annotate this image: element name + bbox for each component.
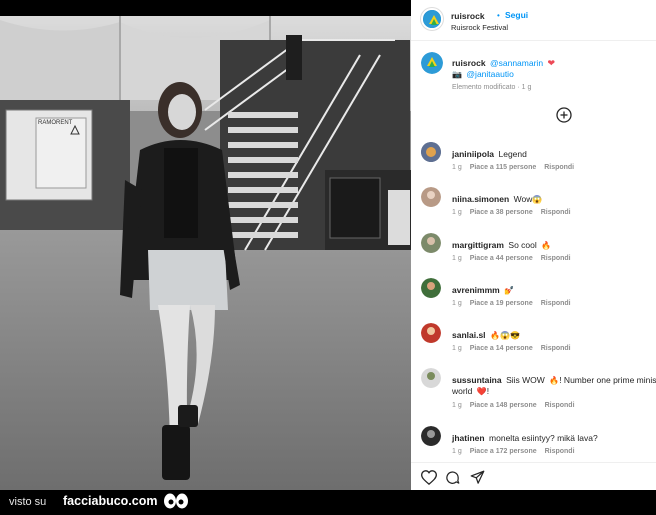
reply-button[interactable]: Rispondi	[544, 164, 574, 171]
ruisrock-logo-icon	[421, 52, 443, 74]
comment-emoji: 🔥	[541, 241, 552, 250]
post-caption: ruisrock @sannamarin ❤ 📷 @janitaautio El…	[411, 50, 656, 98]
plus-circle-icon[interactable]	[556, 107, 572, 128]
commenter-avatar[interactable]	[421, 426, 441, 446]
commenter-avatar[interactable]	[421, 323, 441, 343]
comment-item: niina.simonen Wow😱 1 g Piace a 38 person…	[411, 187, 656, 223]
comment-item: margittigram So cool 🔥 1 g Piace a 44 pe…	[411, 233, 656, 269]
comment-emoji-heart: ❤️	[476, 387, 487, 396]
comment-text-end: !	[486, 386, 490, 396]
comment-username[interactable]: sanlai.sl	[452, 330, 486, 340]
comment-likes[interactable]: Piace a 172 persone	[470, 448, 537, 455]
camera-emoji-icon: 📷	[452, 70, 462, 79]
comment-username[interactable]: jhatinen	[452, 433, 485, 443]
reply-button[interactable]: Rispondi	[545, 448, 575, 455]
post-photo[interactable]: RAMORENT	[0, 0, 411, 490]
ruisrock-logo-icon	[423, 10, 441, 28]
reply-button[interactable]: Rispondi	[541, 300, 571, 307]
caption-avatar[interactable]	[421, 52, 443, 74]
comment-text-continued: ! Number one prime minister in the	[559, 375, 656, 385]
comment-likes[interactable]: Piace a 148 persone	[470, 402, 537, 409]
comment-emoji: 💅	[504, 286, 515, 295]
comment-age: 1 g	[452, 300, 462, 307]
comment-text: Legend	[498, 149, 527, 159]
comment-item: janiniipola Legend 1 g Piace a 115 perso…	[411, 142, 656, 178]
mention-janitaautio[interactable]: @janitaautio	[466, 69, 513, 79]
comment-text: Siis WOW	[506, 375, 545, 385]
post-location[interactable]: Ruisrock Festival	[451, 23, 508, 32]
actions-divider	[411, 462, 656, 463]
commenter-avatar[interactable]	[421, 368, 441, 388]
reply-button[interactable]: Rispondi	[541, 255, 571, 262]
comment-text: So cool	[508, 240, 537, 250]
svg-text:RAMORENT: RAMORENT	[38, 120, 73, 126]
action-bar	[411, 468, 656, 488]
comment-likes[interactable]: Piace a 38 persone	[470, 209, 533, 216]
comment-item: avrenimmm 💅 1 g Piace a 19 persone Rispo…	[411, 278, 656, 314]
eyes-logo-icon	[164, 493, 188, 509]
comment-age: 1 g	[452, 402, 462, 409]
reply-button[interactable]: Rispondi	[541, 209, 571, 216]
comment-likes[interactable]: Piace a 115 persone	[470, 164, 537, 171]
comment-likes[interactable]: Piace a 19 persone	[470, 300, 533, 307]
follow-button[interactable]: Segui	[505, 10, 528, 20]
comment-text: monelta esiintyy? mikä lava?	[489, 433, 598, 443]
watermark-footer: visto su facciabuco.com	[0, 490, 656, 515]
comment-likes[interactable]: Piace a 44 persone	[470, 255, 533, 262]
commenter-avatar[interactable]	[421, 278, 441, 298]
comment-item: jhatinen monelta esiintyy? mikä lava? 1 …	[411, 426, 656, 462]
commenter-avatar[interactable]	[421, 142, 441, 162]
watermark-visto: visto su	[9, 496, 47, 508]
post-sidebar: ruisrock • Segui Ruisrock Festival ruisr…	[411, 0, 656, 490]
comment-item: sussuntaina Siis WOW 🔥! Number one prime…	[411, 368, 656, 416]
comment-age: 1 g	[452, 255, 462, 262]
author-username[interactable]: ruisrock	[451, 11, 485, 21]
send-icon[interactable]	[470, 470, 485, 490]
commenter-avatar[interactable]	[421, 187, 441, 207]
author-avatar[interactable]	[421, 8, 443, 30]
comment-username[interactable]: margittigram	[452, 240, 504, 250]
edited-label: Elemento modificato · 1 g	[452, 84, 532, 91]
comment-username[interactable]: niina.simonen	[452, 194, 509, 204]
comment-username[interactable]: avrenimmm	[452, 285, 500, 295]
comment-icon[interactable]	[445, 470, 460, 490]
comment-item: sanlai.sl 🔥😱😎 1 g Piace a 14 persone Ris…	[411, 323, 656, 359]
heart-emoji-icon: ❤	[547, 58, 556, 68]
comment-username[interactable]: janiniipola	[452, 149, 494, 159]
comment-text: Wow	[513, 194, 533, 204]
comment-emoji: 🔥😱😎	[490, 331, 520, 340]
heart-icon[interactable]	[420, 470, 438, 490]
follow-separator: •	[497, 11, 500, 20]
comment-emoji: 😱	[532, 195, 543, 204]
reply-button[interactable]: Rispondi	[541, 345, 571, 352]
reply-button[interactable]: Rispondi	[545, 402, 575, 409]
comment-emoji: 🔥	[549, 376, 560, 385]
comment-age: 1 g	[452, 164, 462, 171]
commenter-avatar[interactable]	[421, 233, 441, 253]
comment-text-line2: world	[452, 386, 473, 396]
photo-scene: RAMORENT	[0, 16, 411, 490]
post-header: ruisrock • Segui Ruisrock Festival	[411, 8, 656, 34]
comment-age: 1 g	[452, 209, 462, 216]
comment-likes[interactable]: Piace a 14 persone	[470, 345, 533, 352]
comment-age: 1 g	[452, 448, 462, 455]
header-divider	[411, 40, 656, 41]
comment-age: 1 g	[452, 345, 462, 352]
watermark-site[interactable]: facciabuco.com	[63, 494, 157, 508]
